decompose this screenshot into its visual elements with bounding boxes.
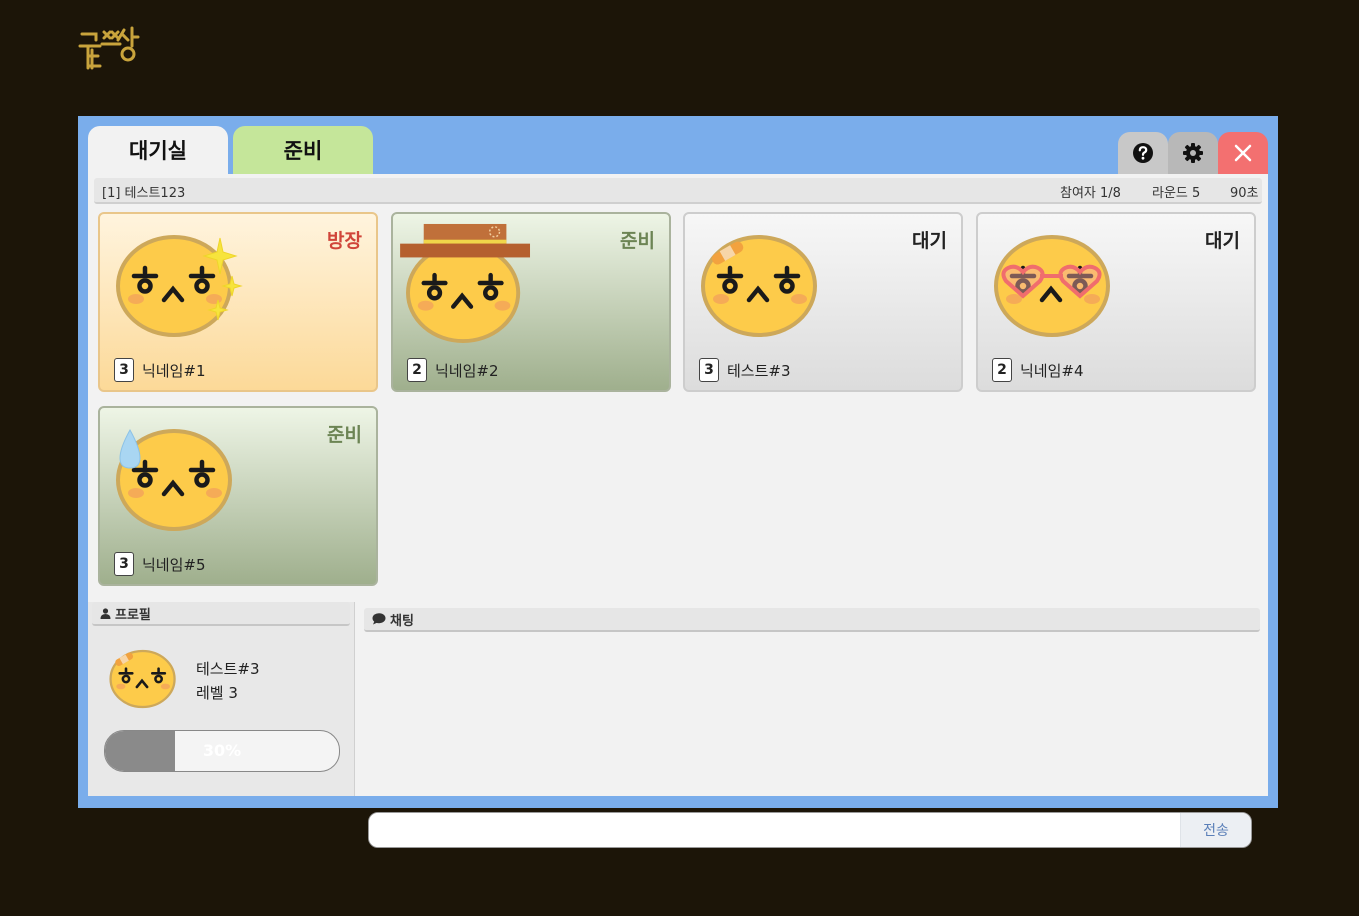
settings-button[interactable] [1168,132,1218,174]
exp-progress-label: 30% [202,741,242,760]
lobby-panel: [1] 테스트123 참여자 1/8 라운드 5 90초 방장 3 닉네임#1 … [88,174,1268,848]
player-nickname: 닉네임#5 [142,556,206,574]
player-card[interactable]: 대기 2 닉네임#4 [976,212,1256,392]
status-badge: 대기 [1205,230,1240,252]
profile-level: 레벨 3 [196,684,238,702]
player-card[interactable]: 준비 2 닉네임#2 [391,212,671,392]
status-badge: 준비 [620,230,655,252]
status-badge: 방장 [327,230,362,252]
level-badge: 2 [407,358,427,382]
gear-icon [1183,143,1203,163]
chat-input[interactable] [369,813,1179,847]
status-badge: 대기 [912,230,947,252]
help-button[interactable] [1118,132,1168,174]
question-circle-icon [1133,143,1153,163]
player-nickname: 닉네임#4 [1020,362,1084,380]
level-badge: 3 [699,358,719,382]
tab-ready-label: 준비 [283,139,323,163]
player-card[interactable]: 대기 3 테스트#3 [683,212,963,392]
avatar [109,649,176,709]
app-logo [78,24,142,72]
profile-header-label: 프로필 [115,607,151,623]
player-card[interactable]: 준비 3 닉네임#5 [98,406,378,586]
player-nickname: 닉네임#2 [435,362,499,380]
game-window: 대기실 준비 [1] 테스트123 참여자 1/8 라운드 5 90초 방장 3… [78,116,1278,848]
level-badge: 3 [114,358,134,382]
player-nickname: 테스트#3 [727,362,791,380]
player-card[interactable]: 방장 3 닉네임#1 [98,212,378,392]
room-title: [1] 테스트123 [102,186,186,201]
profile-nickname: 테스트#3 [196,660,260,678]
send-button-label: 전송 [1203,823,1229,839]
tab-lobby[interactable]: 대기실 [88,126,228,174]
user-icon [100,607,111,619]
player-avatar [695,226,835,346]
close-button[interactable] [1218,132,1268,174]
status-badge: 준비 [327,424,362,446]
participant-count: 참여자 1/8 [1060,186,1121,201]
tab-lobby-label: 대기실 [129,139,187,163]
level-badge: 3 [114,552,134,576]
room-info-bar: [1] 테스트123 참여자 1/8 라운드 5 90초 [94,178,1262,204]
player-nickname: 닉네임#1 [142,362,206,380]
profile-header: 프로필 [92,602,350,626]
exp-progress-bar: 30% [104,730,340,772]
player-avatar [110,420,250,540]
player-avatar [110,226,243,346]
player-avatar [988,226,1128,346]
round-time: 90초 [1230,186,1259,201]
sweat-drop-icon [119,428,141,469]
level-badge: 2 [992,358,1012,382]
hat-icon [400,223,531,258]
chat-log[interactable] [364,608,1260,758]
round-count: 라운드 5 [1152,186,1201,201]
tab-ready[interactable]: 준비 [233,126,373,174]
player-avatar [400,223,531,346]
chat-input-container: 전송 [368,812,1252,848]
close-icon [1234,144,1252,162]
send-button[interactable]: 전송 [1180,813,1251,847]
profile-panel: 프로필 테스트#3 레벨 3 30% [88,602,355,796]
